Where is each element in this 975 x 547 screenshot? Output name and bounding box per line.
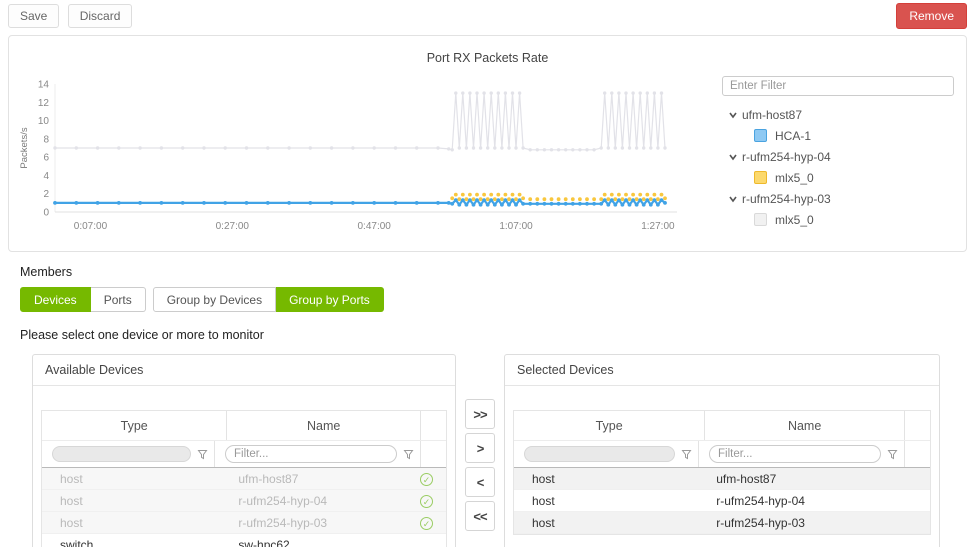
legend-tree: ufm-host87 HCA-1 r-ufm254-hyp-04 mlx5_0 [722,104,960,230]
device-picker: Available Devices Type Name [32,354,975,547]
available-devices-table: Type Name [41,410,447,547]
table-row[interactable]: hostr-ufm254-hyp-04 [514,490,930,512]
tab-group-by-devices[interactable]: Group by Devices [153,287,276,312]
column-header-name[interactable]: Name [226,411,420,440]
tree-node-r-ufm254-hyp-04[interactable]: r-ufm254-hyp-04 [722,146,960,167]
selected-check-icon: ✓ [420,517,433,530]
grouping-toggle: Group by Devices Group by Ports [153,287,384,312]
tree-group: ufm-host87 HCA-1 [722,104,960,146]
rx-packets-rate-chart: 0 2 4 6 8 10 12 14 0:07:00 0:27:00 0:47:00 1:07:00 1… [15,74,705,239]
remove-button[interactable]: Remove [896,3,967,29]
table-row: hostr-ufm254-hyp-03 ✓ [42,512,446,534]
devices-ports-toggle: Devices Ports [20,287,146,312]
svg-text:4: 4 [43,171,49,182]
filter-funnel-icon[interactable] [197,449,208,460]
members-section: Members Devices Ports Group by Devices G… [20,265,975,312]
tree-node-r-ufm254-hyp-03[interactable]: r-ufm254-hyp-03 [722,188,960,209]
name-filter-input[interactable] [225,445,397,463]
table-row[interactable]: switchsw-hpc62 [42,534,446,547]
svg-text:14: 14 [38,80,50,91]
series-color-swatch[interactable] [754,171,767,184]
chart-legend-side: ufm-host87 HCA-1 r-ufm254-hyp-04 mlx5_0 [722,76,960,230]
available-devices-title: Available Devices [33,355,455,386]
members-label: Members [20,265,975,279]
toolbar: Save Discard Remove [0,0,975,32]
tree-node-ufm-host87[interactable]: ufm-host87 [722,104,960,125]
tab-ports[interactable]: Ports [91,287,146,312]
type-filter-select[interactable] [524,446,675,462]
tree-leaf-label: mlx5_0 [775,213,814,227]
column-header-type[interactable]: Type [42,411,226,440]
column-header-type[interactable]: Type [514,411,704,440]
selected-devices-table: Type Name [513,410,931,535]
chevron-down-icon[interactable] [728,194,742,204]
save-button[interactable]: Save [8,4,59,28]
tree-node-label: r-ufm254-hyp-04 [742,150,831,164]
tree-group: r-ufm254-hyp-04 mlx5_0 [722,146,960,188]
chevron-down-icon[interactable] [728,110,742,120]
column-header-name[interactable]: Name [704,411,904,440]
svg-text:6: 6 [43,153,49,164]
svg-text:1:27:00: 1:27:00 [641,221,675,232]
filter-funnel-icon[interactable] [403,449,414,460]
svg-text:1:07:00: 1:07:00 [499,221,533,232]
selected-devices-panel: Selected Devices Type Name [504,354,940,547]
svg-text:12: 12 [38,98,50,109]
tree-leaf-label: mlx5_0 [775,171,814,185]
tree-group: r-ufm254-hyp-03 mlx5_0 [722,188,960,230]
table-row[interactable]: hostr-ufm254-hyp-03 [514,512,930,534]
svg-text:0:27:00: 0:27:00 [216,221,250,232]
tree-node-label: ufm-host87 [742,108,802,122]
filter-funnel-icon[interactable] [887,449,898,460]
table-row: hostufm-host87 ✓ [42,468,446,490]
series-color-swatch[interactable] [754,129,767,142]
name-filter-input[interactable] [709,445,881,463]
selected-check-icon: ✓ [420,495,433,508]
available-devices-panel: Available Devices Type Name [32,354,456,547]
select-device-hint: Please select one device or more to moni… [20,328,975,342]
chevron-down-icon[interactable] [728,152,742,162]
tree-leaf-hca-1[interactable]: HCA-1 [722,125,960,146]
column-header-status [420,411,446,440]
chart-panel: Port RX Packets Rate 024681012140:07:000… [8,35,967,252]
tab-group-by-ports[interactable]: Group by Ports [276,287,384,312]
transfer-buttons: >> > < << [456,399,504,531]
table-row[interactable]: hostufm-host87 [514,468,930,490]
chart-title: Port RX Packets Rate [9,36,966,65]
tree-leaf-mlx5-0[interactable]: mlx5_0 [722,209,960,230]
svg-text:0:47:00: 0:47:00 [357,221,391,232]
move-right-button[interactable]: > [465,433,495,463]
column-header-status [904,411,930,440]
selected-check-icon: ✓ [420,473,433,486]
discard-button[interactable]: Discard [68,4,133,28]
svg-text:2: 2 [43,189,49,200]
svg-text:Packets/s: Packets/s [19,127,30,168]
series-color-swatch[interactable] [754,213,767,226]
svg-text:8: 8 [43,134,49,145]
svg-text:0: 0 [43,208,49,219]
tab-devices[interactable]: Devices [20,287,91,312]
move-all-right-button[interactable]: >> [465,399,495,429]
move-left-button[interactable]: < [465,467,495,497]
tree-leaf-label: HCA-1 [775,129,811,143]
type-filter-select[interactable] [52,446,191,462]
selected-devices-title: Selected Devices [505,355,939,386]
filter-funnel-icon[interactable] [681,449,692,460]
tree-node-label: r-ufm254-hyp-03 [742,192,831,206]
move-all-left-button[interactable]: << [465,501,495,531]
tree-leaf-mlx5-0[interactable]: mlx5_0 [722,167,960,188]
table-row: hostr-ufm254-hyp-04 ✓ [42,490,446,512]
svg-text:10: 10 [38,116,50,127]
tree-filter-input[interactable] [722,76,954,96]
svg-text:0:07:00: 0:07:00 [74,221,108,232]
